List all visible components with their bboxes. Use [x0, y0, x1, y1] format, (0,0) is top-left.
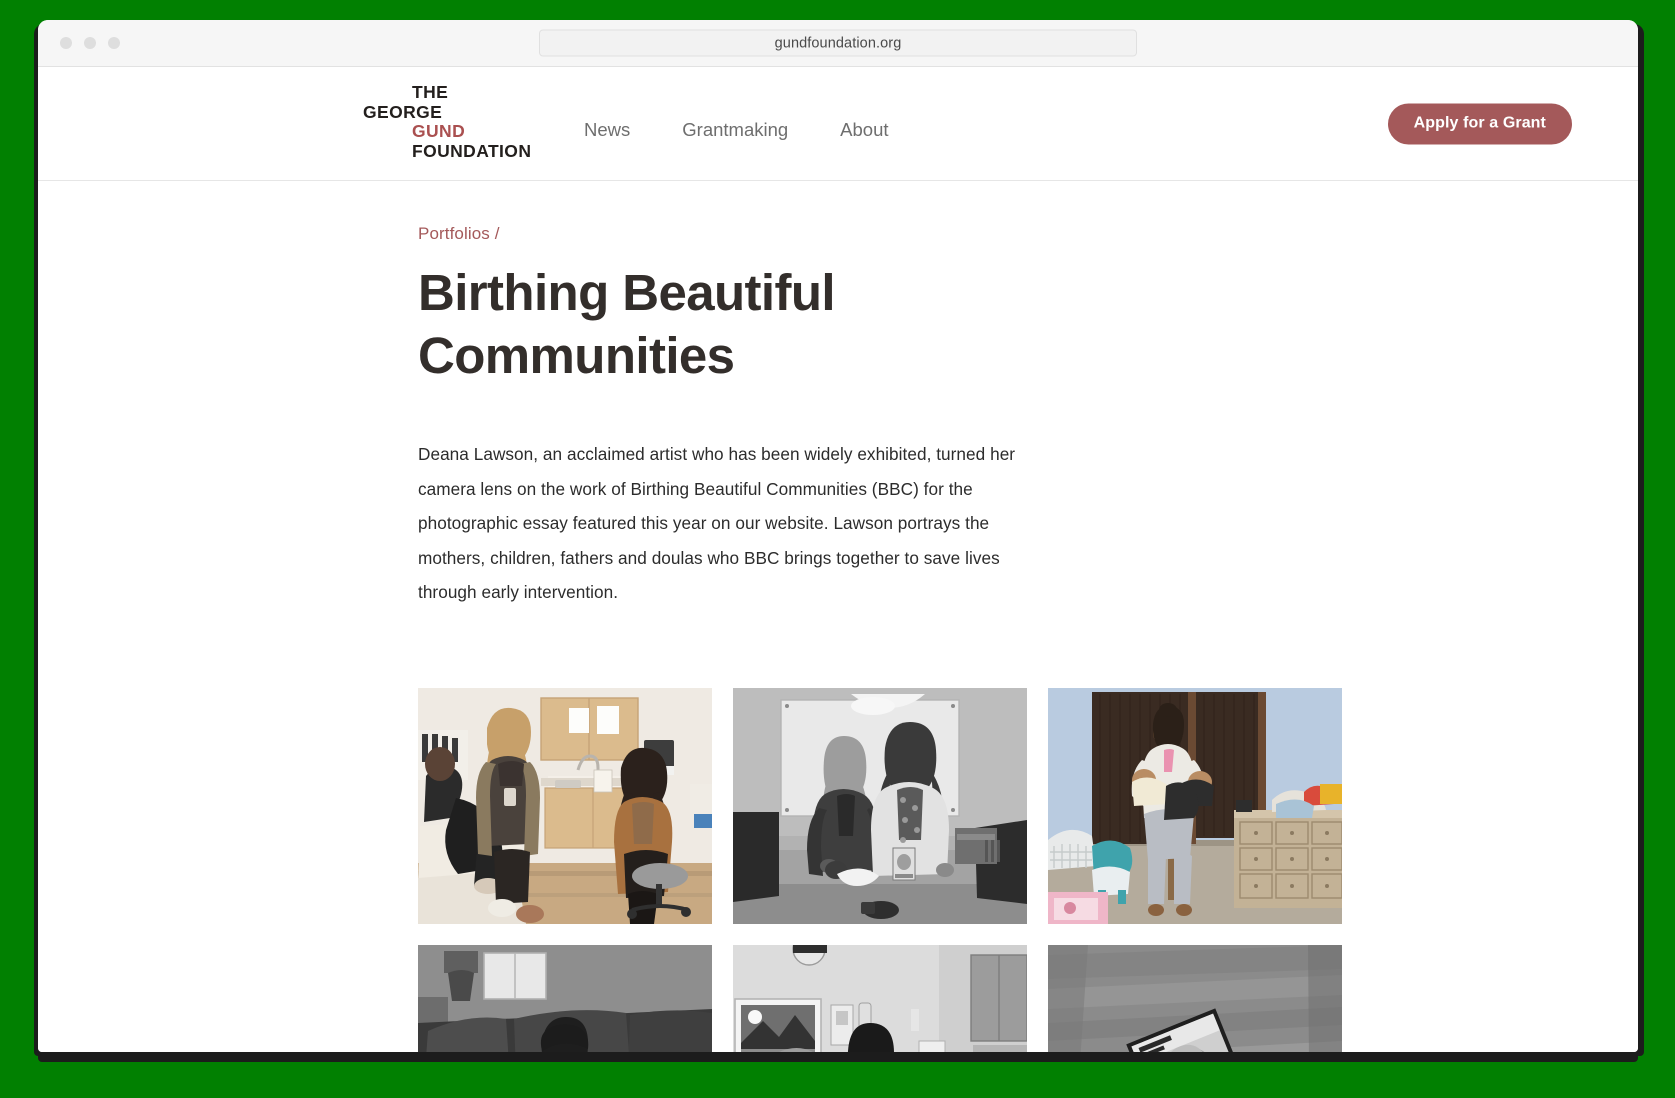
logo-line-george: GEORGE — [363, 101, 443, 122]
breadcrumb-parent-link[interactable]: Portfolios — [418, 224, 490, 243]
breadcrumb-separator: / — [494, 224, 500, 243]
maximize-dot[interactable] — [108, 37, 120, 49]
photo-gallery-grid — [418, 687, 1398, 1052]
browser-window: gundfoundation.org THE GEORGE GUND FOUND… — [38, 20, 1638, 1052]
gallery-photo-6[interactable] — [1048, 944, 1342, 1052]
breadcrumb: Portfolios / — [418, 224, 1398, 244]
logo-line-gund: GUND — [412, 121, 466, 142]
gallery-photo-2-image — [733, 687, 1027, 924]
gallery-photo-1-image — [418, 687, 712, 924]
apply-for-grant-button[interactable]: Apply for a Grant — [1387, 103, 1572, 144]
close-dot[interactable] — [60, 37, 72, 49]
logo-line-foundation: FOUNDATION — [412, 140, 532, 161]
nav-item-grantmaking[interactable]: Grantmaking — [682, 119, 788, 141]
gallery-photo-1[interactable] — [418, 687, 712, 924]
window-controls — [60, 37, 120, 49]
intro-paragraph: Deana Lawson, an acclaimed artist who ha… — [418, 444, 1016, 603]
gallery-photo-3-image — [1048, 687, 1342, 924]
gallery-photo-5[interactable] — [733, 944, 1027, 1052]
gallery-photo-3[interactable] — [1048, 687, 1342, 924]
gallery-photo-4[interactable] — [418, 944, 712, 1052]
url-text: gundfoundation.org — [774, 35, 902, 51]
nav-item-about[interactable]: About — [840, 119, 888, 141]
url-bar[interactable]: gundfoundation.org — [539, 29, 1137, 57]
gallery-photo-4-image — [418, 944, 712, 1052]
logo-line-the: THE — [412, 82, 449, 102]
gallery-photo-6-image — [1048, 944, 1342, 1052]
browser-titlebar: gundfoundation.org — [38, 20, 1638, 67]
gallery-photo-2[interactable] — [733, 687, 1027, 924]
site-header: THE GEORGE GUND FOUNDATION News Grantmak… — [38, 67, 1638, 181]
gallery-photo-5-image — [733, 944, 1027, 1052]
page-content: Portfolios / Birthing Beautiful Communit… — [38, 224, 1638, 1052]
main-navigation: News Grantmaking About — [584, 119, 889, 141]
page-title: Birthing Beautiful Communities — [418, 264, 836, 385]
page-viewport: THE GEORGE GUND FOUNDATION News Grantmak… — [38, 67, 1638, 1052]
minimize-dot[interactable] — [84, 37, 96, 49]
nav-item-news[interactable]: News — [584, 119, 630, 141]
site-logo[interactable]: THE GEORGE GUND FOUNDATION — [363, 82, 563, 161]
